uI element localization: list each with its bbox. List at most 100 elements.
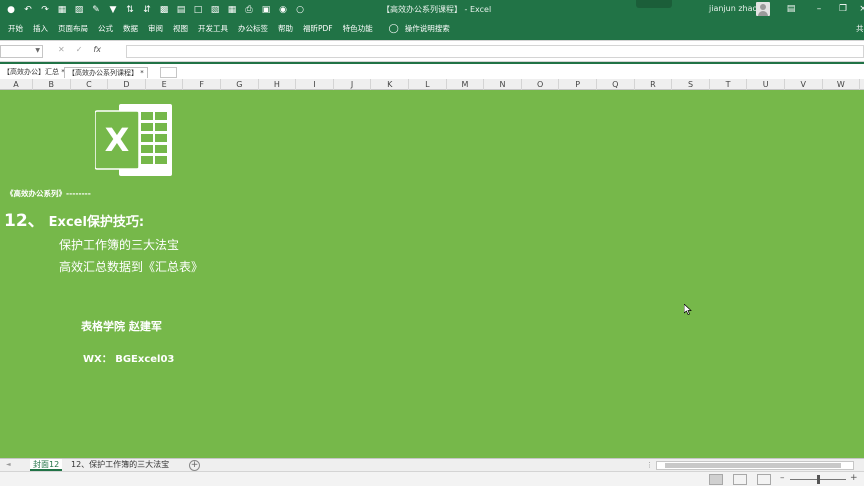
sheet-tab-protect[interactable]: 12、保护工作簿的三大法宝 <box>68 459 172 471</box>
close-icon[interactable]: × <box>856 2 864 16</box>
insert-function-icon[interactable]: fx <box>93 45 101 54</box>
cancel-icon[interactable]: ✕ <box>58 45 65 54</box>
title-bar: ● ↶ ↷ ▦ ▨ ✎ ▼ ⇅ ⇵ ▩ ▤ □ ▧ ▦ ⎙ ▣ ◉ ○ 【高效办… <box>0 0 864 20</box>
sheet-tab-cover[interactable]: 封面12 <box>30 459 63 471</box>
sheet-nav-icon[interactable]: ◄ <box>6 461 11 468</box>
lesson-title: 12、 Excel保护技巧: <box>4 206 144 231</box>
horizontal-scrollbar[interactable] <box>656 461 854 470</box>
minimize-icon[interactable]: – <box>812 2 826 16</box>
avatar[interactable] <box>756 2 770 16</box>
filter-icon[interactable]: ▼ <box>106 3 120 17</box>
add-sheet-icon[interactable]: + <box>189 460 200 471</box>
tab-office-tab[interactable]: 办公标签 <box>238 23 268 34</box>
user-name[interactable]: jianjun zhao <box>709 4 757 13</box>
column-headers: ABCDEFGHIJKLMNOPQRSTUVW <box>0 79 864 90</box>
worksheet-area[interactable]: X 《高效办公系列》-------- 12、 Excel保护技巧: 保护工作簿的三… <box>0 90 864 458</box>
redo-icon[interactable]: ↷ <box>38 3 52 17</box>
print-preview-icon[interactable]: ▤ <box>174 3 188 17</box>
tab-developer[interactable]: 开发工具 <box>198 23 228 34</box>
column-header-j[interactable]: J <box>334 79 372 90</box>
zoom-out-icon[interactable]: – <box>780 473 785 483</box>
column-header-u[interactable]: U <box>747 79 785 90</box>
tab-review[interactable]: 审阅 <box>148 23 163 34</box>
open-file-icon[interactable]: ▧ <box>208 3 222 17</box>
clipboard-icon[interactable]: ▦ <box>55 3 69 17</box>
column-header-g[interactable]: G <box>221 79 259 90</box>
ribbon-tabs: 开始 插入 页面布局 公式 数据 审阅 视图 开发工具 办公标签 帮助 福昕PD… <box>0 20 864 37</box>
lightbulb-icon: ◯ <box>388 23 399 34</box>
column-header-v[interactable]: V <box>785 79 823 90</box>
zoom-slider-knob[interactable] <box>817 475 820 484</box>
sort-desc-icon[interactable]: ⇵ <box>140 3 154 17</box>
lesson-number: 12、 <box>4 211 45 231</box>
more-icon[interactable]: ○ <box>293 3 307 17</box>
tab-special-features[interactable]: 特色功能 <box>343 23 373 34</box>
workbook-tab-course[interactable]: 【高效办公系列课程】 * <box>64 67 148 78</box>
column-header-f[interactable]: F <box>183 79 221 90</box>
chevron-down-icon[interactable]: ▼ <box>35 47 40 54</box>
tab-insert[interactable]: 插入 <box>33 23 48 34</box>
column-header-h[interactable]: H <box>259 79 297 90</box>
page-break-view-icon[interactable] <box>757 474 771 485</box>
workbook-tab-summary[interactable]: 【高效办公】汇总 * <box>0 67 68 78</box>
new-file-icon[interactable]: □ <box>191 3 205 17</box>
column-header-a[interactable]: A <box>0 79 33 90</box>
fill-icon[interactable]: ▩ <box>157 3 171 17</box>
paste-icon[interactable]: ▨ <box>72 3 86 17</box>
tab-formulas[interactable]: 公式 <box>98 23 113 34</box>
autosave-icon[interactable]: ● <box>4 3 18 17</box>
formula-bar: ▼ ✕ ✓ fx <box>0 40 864 62</box>
column-header-p[interactable]: P <box>559 79 597 90</box>
name-box[interactable]: ▼ <box>0 45 43 58</box>
wechat-line: WX： BGExcel03 <box>83 354 175 365</box>
window-title: 【高效办公系列课程】 - Excel <box>382 5 492 14</box>
column-header-l[interactable]: L <box>409 79 447 90</box>
table-icon[interactable]: ▦ <box>225 3 239 17</box>
tab-foxit-pdf[interactable]: 福昕PDF <box>303 23 333 34</box>
workbook-tabs: 【高效办公】汇总 * 【高效办公系列课程】 * <box>0 64 864 79</box>
normal-view-icon[interactable] <box>709 474 723 485</box>
column-header-s[interactable]: S <box>672 79 710 90</box>
column-header-n[interactable]: N <box>484 79 522 90</box>
column-header-b[interactable]: B <box>33 79 71 90</box>
formula-input[interactable] <box>126 45 864 58</box>
author-line: 表格学院 赵建军 <box>81 320 162 333</box>
tab-help[interactable]: 帮助 <box>278 23 293 34</box>
column-header-d[interactable]: D <box>108 79 146 90</box>
column-header-k[interactable]: K <box>371 79 409 90</box>
share-button[interactable]: 共 <box>856 23 864 34</box>
column-header-i[interactable]: I <box>296 79 334 90</box>
scrollbar-thumb[interactable] <box>665 463 841 468</box>
print-icon[interactable]: ⎙ <box>242 3 256 17</box>
zoom-in-icon[interactable]: + <box>850 473 858 483</box>
column-header-q[interactable]: Q <box>597 79 635 90</box>
split-handle-icon[interactable]: ⋮ <box>646 461 653 469</box>
camera-icon[interactable]: ◉ <box>276 3 290 17</box>
new-workbook-tab[interactable] <box>160 67 177 78</box>
column-header-e[interactable]: E <box>146 79 184 90</box>
format-painter-icon[interactable]: ✎ <box>89 3 103 17</box>
sheet-tabs-bar: ◄ 封面12 12、保护工作簿的三大法宝 + ⋮ <box>0 458 864 471</box>
sort-icon[interactable]: ⇅ <box>123 3 137 17</box>
confirm-icon[interactable]: ✓ <box>76 45 83 54</box>
tab-page-layout[interactable]: 页面布局 <box>58 23 88 34</box>
tab-view[interactable]: 视图 <box>173 23 188 34</box>
column-header-t[interactable]: T <box>710 79 748 90</box>
column-header-o[interactable]: O <box>522 79 560 90</box>
spell-icon[interactable]: ▣ <box>259 3 273 17</box>
column-header-r[interactable]: R <box>635 79 673 90</box>
tell-me-search[interactable]: 操作说明搜索 <box>405 23 450 34</box>
mouse-cursor-icon <box>684 304 692 315</box>
lesson-title-text: Excel保护技巧: <box>48 215 145 230</box>
undo-icon[interactable]: ↶ <box>21 3 35 17</box>
restore-icon[interactable]: ❐ <box>836 2 850 16</box>
topic-line-2: 高效汇总数据到《汇总表》 <box>59 260 204 274</box>
workbook-tab-course-label: 【高效办公系列课程】 * <box>68 69 144 77</box>
ribbon-display-icon[interactable]: ▤ <box>784 2 798 16</box>
tab-data[interactable]: 数据 <box>123 23 138 34</box>
page-layout-view-icon[interactable] <box>733 474 747 485</box>
column-header-c[interactable]: C <box>71 79 109 90</box>
tab-home[interactable]: 开始 <box>8 23 23 34</box>
column-header-w[interactable]: W <box>823 79 861 90</box>
column-header-m[interactable]: M <box>447 79 485 90</box>
